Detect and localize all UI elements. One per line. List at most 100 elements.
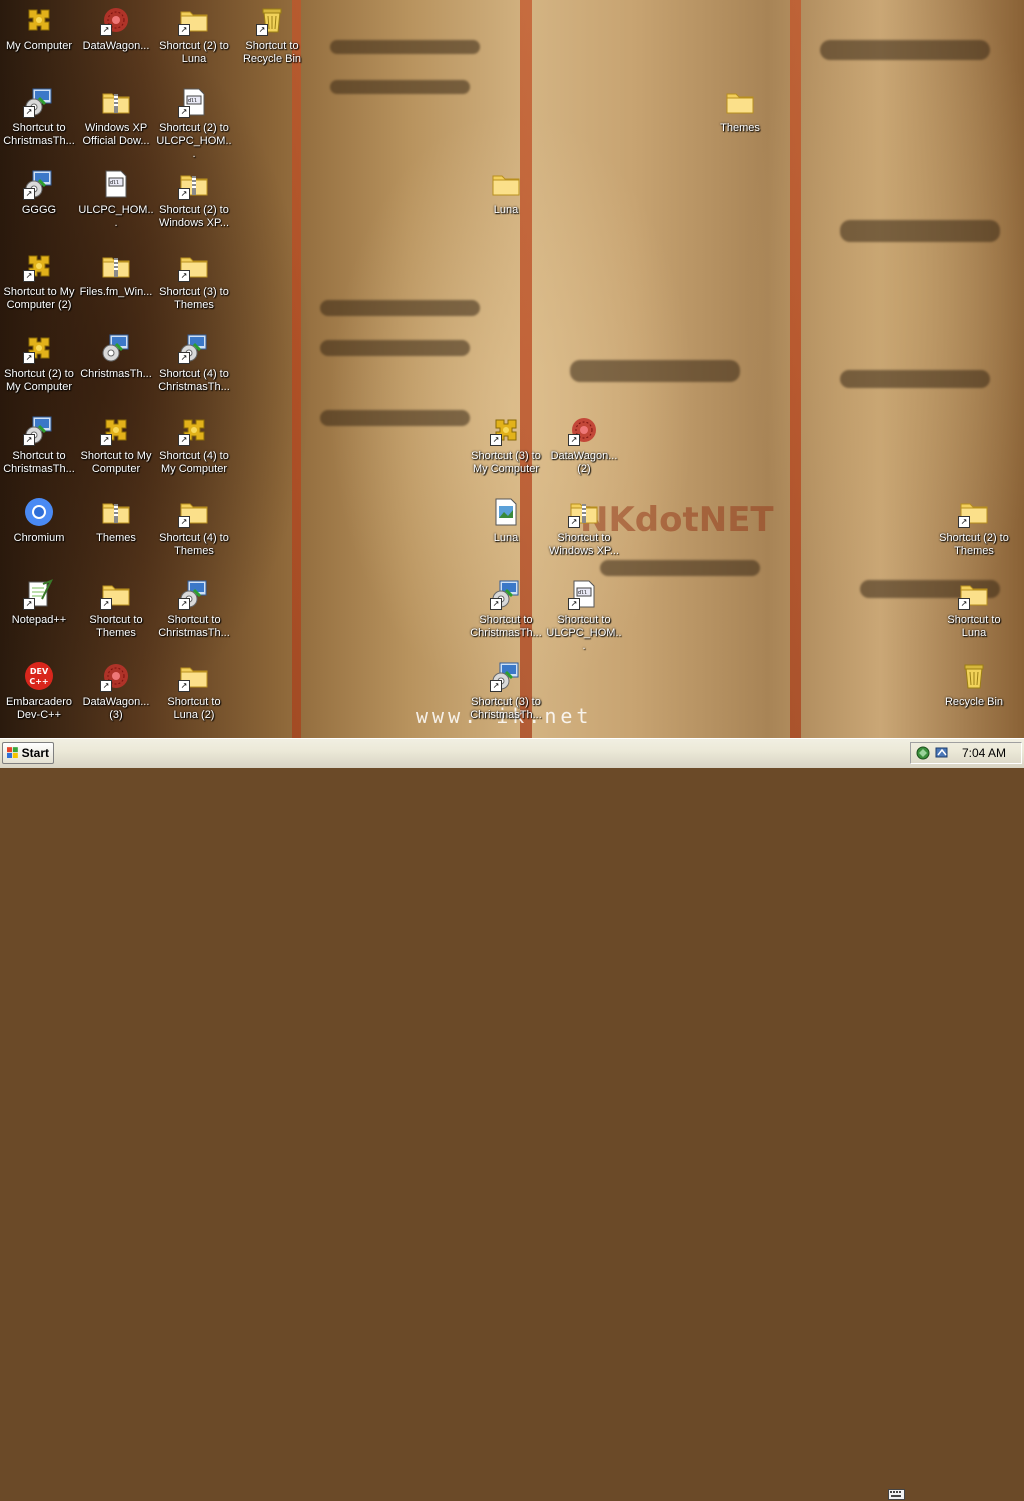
folder-icon: ↗ (178, 4, 210, 36)
folder-icon: ↗ (958, 496, 990, 528)
desktop-icon-label: Chromium (13, 532, 65, 544)
clock[interactable]: 7:04 AM (962, 746, 1006, 760)
wallpaper-glyph (320, 300, 480, 316)
desktop-icon-label: Shortcut to Themes (89, 614, 143, 639)
zipfolder-icon: ↗ (568, 496, 600, 528)
network-icon[interactable] (915, 745, 931, 761)
desktop-icon[interactable]: Files.fm_Win... (77, 250, 155, 299)
desktop-icon-label: Files.fm_Win... (79, 286, 153, 298)
desktop-icon[interactable]: ↗ Shortcut to Recycle Bin (233, 4, 311, 66)
start-label: Start (21, 746, 49, 760)
desktop-icon[interactable]: Windows XP Official Dow... (77, 86, 155, 148)
desktop-icon[interactable]: ↗ Shortcut to Windows XP... (545, 496, 623, 558)
svg-text:dll: dll (188, 98, 197, 104)
windows-logo-icon (7, 747, 18, 758)
desktop-icon[interactable]: Themes (77, 496, 155, 545)
keyboard-icon[interactable] (888, 1487, 906, 1501)
desktop-icon-label: Luna (493, 532, 519, 544)
desktop-icon[interactable]: ↗ Shortcut (3) to My Computer (467, 414, 545, 476)
shortcut-arrow-icon: ↗ (256, 24, 268, 36)
desktop-icon-label: Shortcut to Luna (2) (167, 696, 221, 721)
desktop-icon-label: Shortcut to ChristmasTh... (3, 122, 75, 147)
start-button[interactable]: Start (2, 742, 54, 764)
desktop-icon[interactable]: ↗ Shortcut to ChristmasTh... (155, 578, 233, 640)
security-icon[interactable] (934, 745, 950, 761)
desktop-icon[interactable]: ↗ DataWagon... (77, 4, 155, 53)
desktop-icon-label: Shortcut to Windows XP... (548, 532, 620, 557)
desktop-icon-label: Shortcut (3) to ChristmasTh... (470, 696, 542, 721)
desktop-icon-label: Recycle Bin (944, 696, 1004, 708)
desktop-icon[interactable]: ↗ Shortcut (4) to ChristmasTh... (155, 332, 233, 394)
desktop-icon-label: Shortcut to ChristmasTh... (470, 614, 542, 639)
shortcut-arrow-icon: ↗ (958, 598, 970, 610)
wallpaper-stripe (292, 0, 301, 738)
shortcut-arrow-icon: ↗ (490, 680, 502, 692)
desktop-icon[interactable]: ↗ Shortcut to ChristmasTh... (0, 86, 78, 148)
desktop-icon[interactable]: dll ↗ Shortcut (2) to ULCPC_HOM... (155, 86, 233, 161)
shortcut-arrow-icon: ↗ (23, 188, 35, 200)
folder-icon (724, 86, 756, 118)
svg-text:dll: dll (578, 590, 587, 596)
zipfolder-icon (100, 86, 132, 118)
desktop-icon[interactable]: ↗ Notepad++ (0, 578, 78, 627)
desktop-icon[interactable]: ↗ GGGG (0, 168, 78, 217)
installer-icon (100, 332, 132, 364)
desktop-icon[interactable]: ↗ Shortcut to Luna (935, 578, 1013, 640)
desktop-icon[interactable]: ↗ Shortcut to Luna (2) (155, 660, 233, 722)
zipfolder-icon (100, 250, 132, 282)
wallpaper-glyph (320, 410, 470, 426)
desktop-icon[interactable]: ↗ Shortcut to My Computer (2) (0, 250, 78, 312)
desktop-icon[interactable]: Themes (701, 86, 779, 135)
desktop-icon[interactable]: Chromium (0, 496, 78, 545)
desktop-icon[interactable]: ↗ Shortcut (3) to Themes (155, 250, 233, 312)
installer-icon: ↗ (23, 168, 55, 200)
desktop-icon-label: Shortcut to My Computer (2) (3, 286, 75, 311)
desktop-icon[interactable]: ↗ DataWagon... (3) (77, 660, 155, 722)
wallpaper-stripe (790, 0, 801, 738)
desktop-icon[interactable]: ↗ Shortcut (2) to Windows XP... (155, 168, 233, 230)
desktop-icon-label: DataWagon... (3) (82, 696, 150, 721)
wallpaper-glyph (330, 40, 480, 54)
desktop-icon[interactable]: ↗ Shortcut (3) to ChristmasTh... (467, 660, 545, 722)
recycle-icon (958, 660, 990, 692)
desktop-icon[interactable]: DEV C++ Embarcadero Dev-C++ (0, 660, 78, 722)
system-tray: 7:04 AM (910, 742, 1022, 764)
installer-icon: ↗ (490, 660, 522, 692)
desktop-icon-label: Shortcut (3) to Themes (159, 286, 229, 311)
document-icon: dll (100, 168, 132, 200)
shortcut-arrow-icon: ↗ (568, 434, 580, 446)
desktop-icon[interactable]: ↗ Shortcut to ChristmasTh... (0, 414, 78, 476)
datawagon-icon: ↗ (568, 414, 600, 446)
zipfolder-icon: ↗ (178, 168, 210, 200)
desktop-icon[interactable]: ChristmasTh... (77, 332, 155, 381)
wallpaper-glyph (570, 360, 740, 382)
desktop-icon[interactable]: ↗ Shortcut (2) to Themes (935, 496, 1013, 558)
desktop-icon[interactable]: ↗ Shortcut (4) to Themes (155, 496, 233, 558)
desktop-icon[interactable]: dll ULCPC_HOM... (77, 168, 155, 230)
desktop-icon-label: Shortcut to Recycle Bin (242, 40, 302, 65)
desktop[interactable]: NKdotNET www. ik.net My Computer ↗ DataWag… (0, 0, 1024, 738)
desktop-icon[interactable]: ↗ Shortcut to ChristmasTh... (467, 578, 545, 640)
mycomputer-icon: ↗ (490, 414, 522, 446)
datawagon-icon: ↗ (100, 4, 132, 36)
desktop-icon-label: DataWagon... (82, 40, 150, 52)
desktop-icon[interactable]: My Computer (0, 4, 78, 53)
desktop-icon[interactable]: ↗ Shortcut (4) to My Computer (155, 414, 233, 476)
desktop-icon[interactable]: ↗ Shortcut (2) to Luna (155, 4, 233, 66)
desktop-icon[interactable]: ↗ Shortcut (2) to My Computer (0, 332, 78, 394)
shortcut-arrow-icon: ↗ (23, 270, 35, 282)
desktop-icon-label: Shortcut to My Computer (80, 450, 152, 475)
desktop-icon[interactable]: ↗ Shortcut to My Computer (77, 414, 155, 476)
desktop-icon-label: Shortcut (2) to ULCPC_HOM... (156, 122, 232, 160)
desktop-icon-label: Shortcut (2) to Windows XP... (158, 204, 230, 229)
desktop-icon[interactable]: Recycle Bin (935, 660, 1013, 709)
folder-icon: ↗ (178, 250, 210, 282)
shortcut-arrow-icon: ↗ (100, 24, 112, 36)
desktop-icon[interactable]: ↗ DataWagon... (2) (545, 414, 623, 476)
desktop-icon[interactable]: dll ↗ Shortcut to ULCPC_HOM... (545, 578, 623, 653)
desktop-icon[interactable]: Luna (467, 496, 545, 545)
folder-icon: ↗ (178, 496, 210, 528)
desktop-icon[interactable]: ↗ Shortcut to Themes (77, 578, 155, 640)
mycomputer-icon: ↗ (23, 250, 55, 282)
desktop-icon[interactable]: Luna (467, 168, 545, 217)
